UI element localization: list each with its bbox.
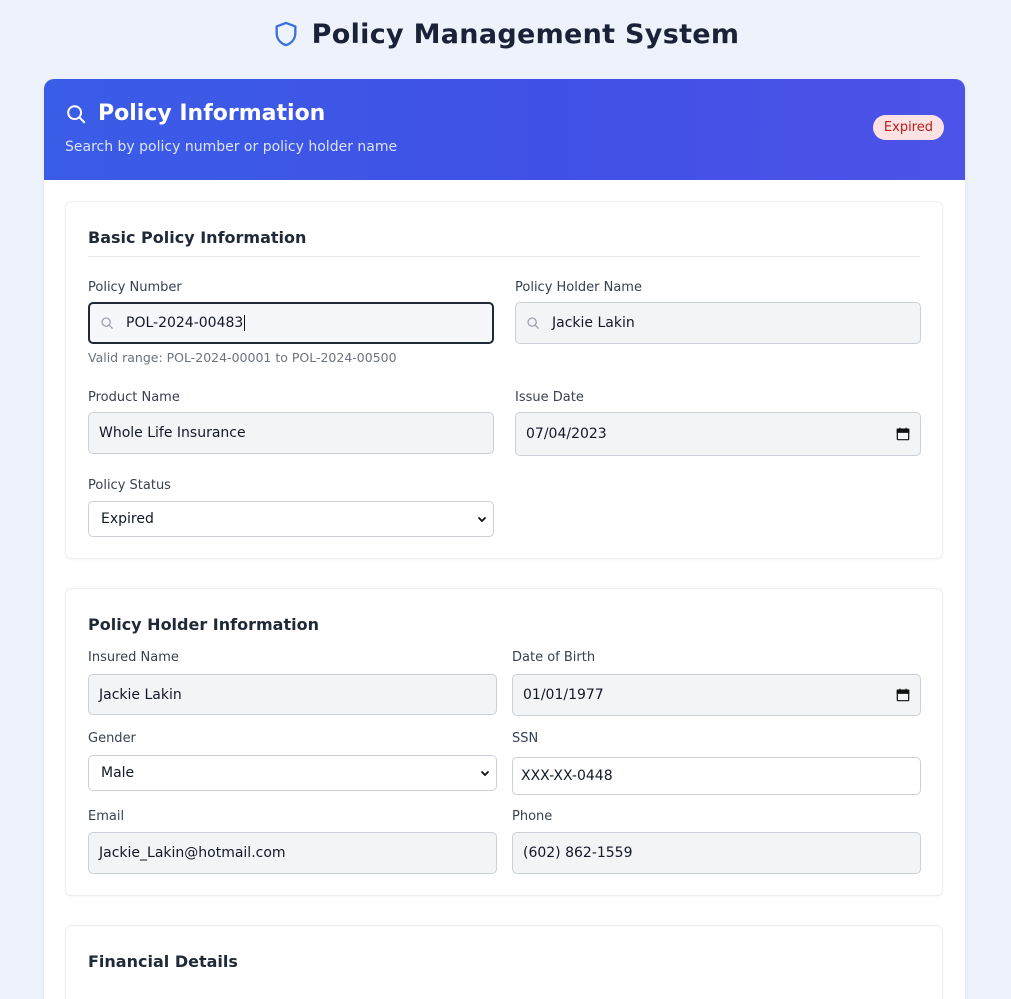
status-badge: Expired [872, 115, 944, 140]
policy-number-value: POL-2024-00483 [126, 315, 244, 331]
dob-input[interactable]: 01/01/1977 [512, 674, 921, 716]
hero-banner: Policy Information Search by policy numb… [44, 79, 965, 180]
text-caret [244, 315, 246, 331]
holder-name-label: Policy Holder Name [515, 280, 642, 295]
hero-title: Policy Information [65, 101, 325, 126]
dob-label: Date of Birth [512, 650, 596, 665]
ssn-label: SSN [512, 731, 539, 746]
financial-section: Financial Details [65, 925, 943, 999]
divider [88, 256, 920, 257]
product-label: Product Name [88, 390, 180, 405]
search-icon [101, 317, 113, 329]
calendar-icon[interactable] [896, 427, 910, 441]
issue-date-label: Issue Date [515, 390, 584, 405]
insured-input[interactable]: Jackie Lakin [88, 674, 497, 715]
product-value: Whole Life Insurance [99, 425, 246, 441]
phone-input[interactable]: (602) 862-1559 [512, 832, 921, 874]
ssn-input[interactable]: XXX-XX-0448 [512, 757, 921, 795]
status-value: Expired [101, 511, 154, 527]
gender-label: Gender [88, 731, 136, 746]
phone-value: (602) 862-1559 [523, 845, 633, 861]
email-input[interactable]: Jackie_Lakin@hotmail.com [88, 832, 497, 874]
basic-info-section: Basic Policy Information Policy Number P… [65, 201, 943, 559]
chevron-down-icon [480, 770, 490, 777]
policy-number-label: Policy Number [88, 280, 182, 295]
gender-value: Male [101, 765, 135, 781]
policy-number-hint: Valid range: POL-2024-00001 to POL-2024-… [88, 350, 397, 365]
holder-name-input[interactable]: Jackie Lakin [515, 302, 921, 344]
gender-select[interactable]: Male [88, 755, 497, 791]
chevron-down-icon [477, 516, 487, 523]
phone-label: Phone [512, 809, 553, 824]
app-title: Policy Management System [311, 18, 740, 50]
app-header: Policy Management System [0, 12, 1011, 56]
section-title: Basic Policy Information [88, 228, 307, 247]
status-label: Policy Status [88, 478, 171, 493]
email-value: Jackie_Lakin@hotmail.com [99, 845, 286, 861]
email-label: Email [88, 809, 125, 824]
policy-card: Policy Information Search by policy numb… [44, 79, 965, 999]
status-select[interactable]: Expired [88, 501, 494, 537]
section-title: Financial Details [88, 952, 238, 971]
holder-info-section: Policy Holder Information Insured Name J… [65, 588, 943, 896]
section-title: Policy Holder Information [88, 615, 319, 634]
issue-date-value: 07/04/2023 [526, 426, 607, 442]
issue-date-input[interactable]: 07/04/2023 [515, 412, 921, 456]
insured-label: Insured Name [88, 650, 179, 665]
calendar-icon[interactable] [896, 688, 910, 702]
shield-icon [275, 21, 297, 47]
hero-title-text: Policy Information [98, 101, 326, 126]
dob-value: 01/01/1977 [523, 687, 604, 703]
insured-value: Jackie Lakin [99, 686, 182, 703]
hero-subtitle: Search by policy number or policy holder… [65, 139, 398, 155]
policy-number-input[interactable]: POL-2024-00483 [88, 302, 494, 344]
search-icon [67, 104, 86, 123]
product-input[interactable]: Whole Life Insurance [88, 412, 494, 454]
search-icon [527, 317, 539, 329]
holder-name-value: Jackie Lakin [552, 315, 635, 331]
ssn-value: XXX-XX-0448 [521, 768, 613, 784]
